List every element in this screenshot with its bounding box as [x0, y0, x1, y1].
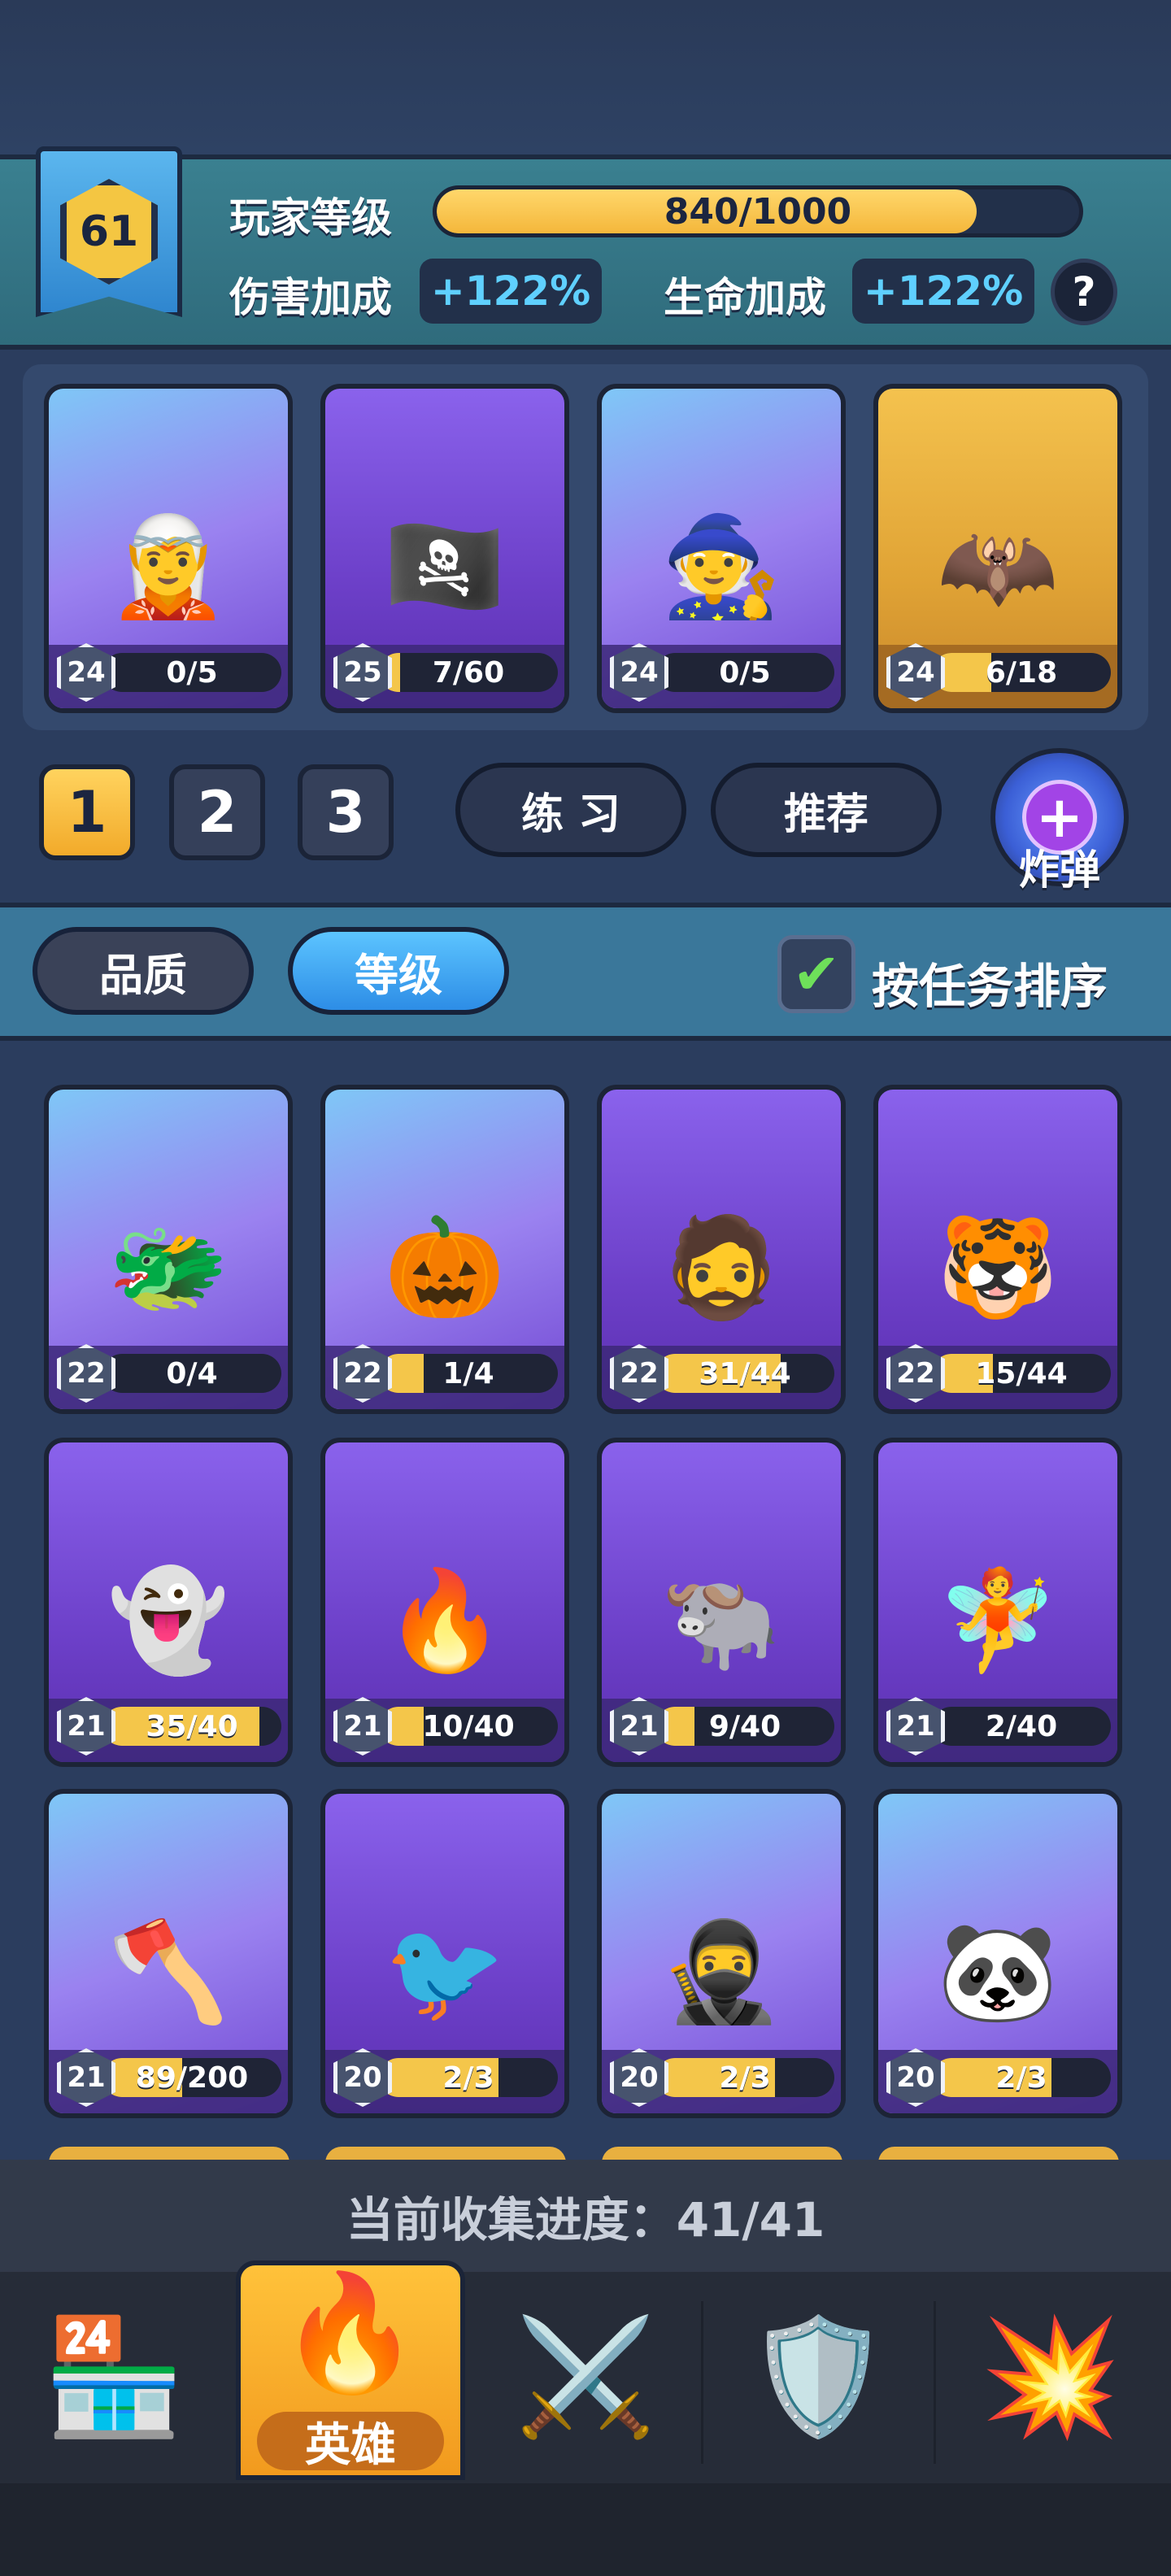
team-hero-card[interactable]: 🧙 0/5 24: [597, 384, 846, 713]
card-progress-bar: 0/5: [655, 653, 834, 692]
hero-portrait-icon: 🧚: [937, 1564, 1059, 1678]
card-progress-text: 1/4: [442, 1356, 494, 1390]
card-progress-text: 0/5: [166, 655, 218, 690]
card-progress-bar: 2/3: [655, 2058, 834, 2097]
card-progress-text: 9/40: [708, 1709, 781, 1743]
deck-tab-3[interactable]: 3: [298, 764, 394, 860]
hero-card[interactable]: 🐲 0/4 22: [44, 1085, 293, 1414]
hero-portrait-icon: 👻: [107, 1564, 229, 1678]
card-progress-bar: 15/44: [932, 1354, 1111, 1393]
nav-shop[interactable]: 🏪: [0, 2272, 228, 2483]
crossed-swords-icon: ⚔️: [514, 2311, 657, 2443]
hero-portrait-icon: 🐦: [384, 1916, 506, 2030]
bomb-label: 炸弹: [1019, 846, 1100, 894]
deck-tab-2[interactable]: 2: [169, 764, 265, 860]
team-hero-card[interactable]: 🏴‍☠️ 7/60 25: [320, 384, 569, 713]
sort-by-task-label: 按任务排序: [872, 959, 1108, 1014]
card-progress-text: 31/44: [699, 1356, 791, 1390]
card-progress-bar: 10/40: [379, 1707, 558, 1746]
hero-portrait-icon: 🪓: [107, 1916, 229, 2030]
card-progress-bar: 0/5: [102, 653, 281, 692]
card-progress-text: 2/40: [985, 1709, 1058, 1743]
hero-portrait-icon: 🧔: [660, 1212, 782, 1325]
card-progress-bar: 7/60: [379, 653, 558, 692]
card-progress-bar: 2/3: [932, 2058, 1111, 2097]
help-button[interactable]: ?: [1051, 259, 1117, 325]
sort-quality-button[interactable]: 品质: [33, 927, 254, 1015]
hero-card[interactable]: 🧔 31/44 22: [597, 1085, 846, 1414]
nav-hero-icon-wrap[interactable]: 🔥: [236, 2252, 464, 2415]
card-progress-bar: 35/40: [102, 1707, 281, 1746]
card-progress-text: 35/40: [146, 1709, 238, 1743]
hero-portrait-icon: 🎃: [384, 1212, 506, 1325]
card-progress-bar: 2/3: [379, 2058, 558, 2097]
hero-card[interactable]: 🔥 10/40 21: [320, 1438, 569, 1767]
hero-card[interactable]: 👻 35/40 21: [44, 1438, 293, 1767]
damage-bonus-value: +122%: [420, 259, 602, 324]
hero-portrait-icon: 🐼: [937, 1916, 1059, 2030]
nav-clan[interactable]: 🛡️: [704, 2272, 932, 2483]
nav-battle[interactable]: ⚔️: [472, 2272, 699, 2483]
card-progress-text: 0/4: [166, 1356, 218, 1390]
hero-card[interactable]: 🐼 2/3 20: [873, 1789, 1122, 2118]
damage-bonus-label: 伤害加成: [229, 274, 392, 321]
top-background: [0, 0, 1171, 154]
deck-tab-1[interactable]: 1: [39, 764, 135, 860]
hero-portrait-icon: 🥷: [660, 1916, 782, 2030]
sort-by-task-checkbox[interactable]: ✔: [777, 935, 855, 1013]
xp-progress-text: 840/1000: [664, 190, 852, 233]
hero-card[interactable]: 🧚 2/40 21: [873, 1438, 1122, 1767]
card-progress-bar: 31/44: [655, 1354, 834, 1393]
card-progress-text: 2/3: [719, 2060, 771, 2095]
hero-portrait-icon: 🐲: [107, 1212, 229, 1325]
hero-portrait-icon: 🦇: [937, 511, 1059, 624]
card-progress-bar: 2/40: [932, 1707, 1111, 1746]
card-progress-text: 0/5: [719, 655, 771, 690]
card-progress-text: 10/40: [422, 1709, 515, 1743]
player-level-label: 玩家等级: [229, 194, 392, 242]
card-progress-bar: 0/4: [102, 1354, 281, 1393]
card-progress-text: 15/44: [975, 1356, 1068, 1390]
hero-card[interactable]: 🪓 89/200 21: [44, 1789, 293, 2118]
hero-card[interactable]: 🐯 15/44 22: [873, 1085, 1122, 1414]
card-progress-text: 2/3: [995, 2060, 1047, 2095]
hero-portrait-icon: 🧝: [107, 511, 229, 624]
card-progress-text: 2/3: [442, 2060, 494, 2095]
hero-portrait-icon: 🐃: [660, 1564, 782, 1678]
card-progress-bar: 1/4: [379, 1354, 558, 1393]
recommend-button[interactable]: 推荐: [711, 763, 942, 857]
bottom-strip: [0, 2483, 1171, 2576]
shield-icon: 🛡️: [747, 2311, 890, 2443]
card-progress-text: 6/18: [985, 655, 1058, 690]
shop-icon: 🏪: [42, 2311, 185, 2443]
health-bonus-label: 生命加成: [664, 274, 826, 321]
hero-portrait-icon: 🏴‍☠️: [384, 511, 506, 624]
card-progress-bar: 89/200: [102, 2058, 281, 2097]
card-progress-bar: 6/18: [932, 653, 1111, 692]
card-progress-text: 89/200: [135, 2060, 249, 2095]
team-hero-card[interactable]: 🧝 0/5 24: [44, 384, 293, 713]
nav-event[interactable]: 💥: [937, 2272, 1164, 2483]
hero-portrait-icon: 🐯: [937, 1212, 1059, 1325]
nav-hero-label: 英雄: [257, 2412, 444, 2472]
health-bonus-value: +122%: [852, 259, 1034, 324]
nav-divider: [701, 2301, 703, 2464]
hero-portrait-icon: 🧙: [660, 511, 782, 624]
hero-card[interactable]: 🐃 9/40 21: [597, 1438, 846, 1767]
card-progress-text: 7/60: [432, 655, 505, 690]
team-hero-card[interactable]: 🦇 6/18 24: [873, 384, 1122, 713]
hero-card[interactable]: 🥷 2/3 20: [597, 1789, 846, 2118]
card-progress-bar: 9/40: [655, 1707, 834, 1746]
hero-card[interactable]: 🐦 2/3 20: [320, 1789, 569, 2118]
hero-portrait-icon: 🔥: [384, 1564, 506, 1678]
practice-button[interactable]: 练 习: [455, 763, 686, 857]
sort-level-button[interactable]: 等级: [288, 927, 509, 1015]
xp-progress-bar: 840/1000: [433, 185, 1083, 237]
nav-divider: [934, 2301, 936, 2464]
hero-card-icon: 🔥: [278, 2267, 421, 2400]
event-icon: 💥: [979, 2311, 1122, 2443]
hero-card[interactable]: 🎃 1/4 22: [320, 1085, 569, 1414]
collection-progress: 当前收集进度：41/41: [0, 2160, 1171, 2272]
